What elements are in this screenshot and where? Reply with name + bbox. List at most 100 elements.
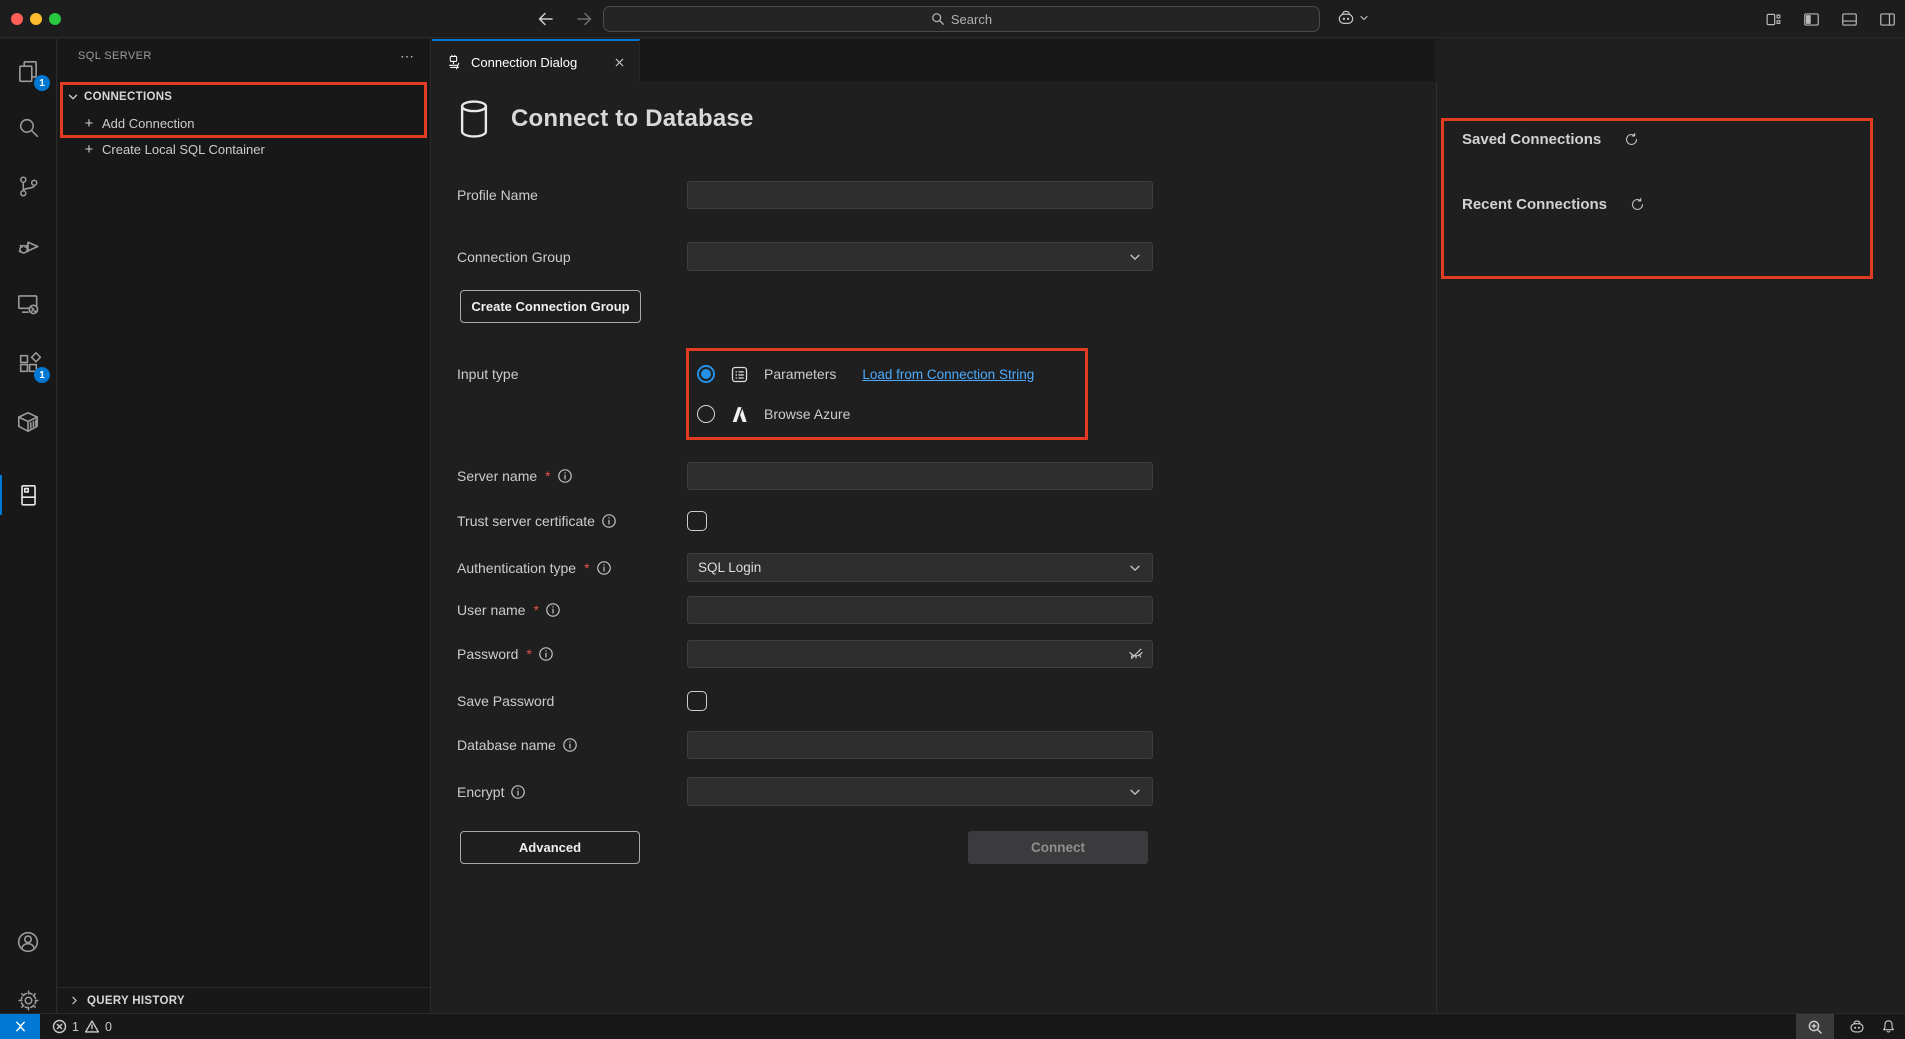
copilot-icon[interactable] [1336,8,1356,28]
connect-button[interactable]: Connect [968,831,1148,864]
info-icon[interactable] [538,646,554,662]
connection-group-select[interactable] [687,242,1153,271]
query-history-section-header[interactable]: QUERY HISTORY [58,987,430,1013]
sidebar-item-sql-server[interactable] [0,471,56,519]
user-name-input[interactable] [687,596,1153,624]
more-actions-icon[interactable]: ⋯ [400,48,416,65]
zoom-status-button[interactable] [1796,1014,1834,1039]
tab-label: Connection Dialog [471,55,577,70]
sidebar-item-remote-explorer[interactable] [0,280,56,328]
toggle-primary-sidebar-icon[interactable] [1802,10,1821,29]
connections-section-header[interactable]: CONNECTIONS [58,84,430,110]
info-icon[interactable] [601,513,617,529]
bell-icon[interactable] [1880,1018,1897,1035]
sql-server-icon [15,482,41,508]
save-password-label: Save Password [457,693,687,709]
account-button[interactable] [0,918,56,966]
info-icon[interactable] [545,602,561,618]
trust-server-certificate-checkbox[interactable] [687,511,707,531]
customize-layout-icon[interactable] [1764,10,1783,29]
zoom-in-icon [1807,1019,1823,1035]
tab-connection-dialog[interactable]: Connection Dialog [432,39,640,83]
create-local-sql-container-item[interactable]: + Create Local SQL Container [58,136,430,162]
info-icon[interactable] [557,468,573,484]
maximize-window-button[interactable] [49,13,61,25]
refresh-icon[interactable] [1623,131,1640,148]
database-name-label: Database name [457,737,687,753]
advanced-button[interactable]: Advanced [460,831,640,864]
input-type-label: Input type [457,366,687,382]
load-from-connection-string-link[interactable]: Load from Connection String [862,367,1034,382]
minimize-window-button[interactable] [30,13,42,25]
sidebar-item-extensions[interactable]: 1 [0,339,56,387]
close-window-button[interactable] [11,13,23,25]
chevron-down-icon [1128,561,1142,575]
search-placeholder: Search [951,12,992,27]
info-icon[interactable] [562,737,578,753]
sidebar-item-search[interactable] [0,103,56,151]
status-bar: 1 0 [0,1013,1905,1039]
connection-group-row: Connection Group [457,242,1153,271]
authentication-type-value: SQL Login [698,560,761,575]
toggle-panel-icon[interactable] [1840,10,1859,29]
required-marker: * [533,602,538,618]
copilot-icon[interactable] [1848,1018,1866,1036]
trust-server-certificate-label: Trust server certificate [457,513,687,529]
editor-tab-bar: Connection Dialog [432,39,1435,83]
sidebar-header: SQL SERVER ⋯ [58,39,430,73]
server-name-input[interactable] [687,462,1153,490]
source-control-icon [16,174,41,199]
authentication-type-select[interactable]: SQL Login [687,553,1153,582]
close-tab-button[interactable] [609,52,629,72]
connections-section-label: CONNECTIONS [84,91,172,103]
chevron-down-icon [1128,250,1142,264]
profile-name-input[interactable] [687,181,1153,209]
database-name-input[interactable] [687,731,1153,759]
authentication-type-label: Authentication type* [457,560,687,576]
password-input[interactable] [687,640,1153,668]
add-connection-item[interactable]: + Add Connection [58,110,430,136]
info-icon[interactable] [510,784,526,800]
password-label: Password* [457,646,687,662]
database-name-row: Database name [457,731,1153,759]
sidebar-item-run-debug[interactable] [0,222,56,270]
account-icon [15,929,41,955]
create-local-sql-container-label: Create Local SQL Container [102,142,265,157]
command-center-search[interactable]: Search [603,6,1320,32]
error-icon [52,1019,67,1034]
browse-azure-radio[interactable] [697,405,715,423]
recent-connections-header: Recent Connections [1462,196,1646,213]
authentication-type-row: Authentication type* SQL Login [457,553,1153,582]
remote-indicator[interactable] [0,1014,40,1039]
settings-gear-icon [16,988,41,1013]
search-icon [16,115,41,140]
remote-icon [13,1019,28,1034]
info-icon[interactable] [596,560,612,576]
server-name-row: Server name* [457,462,1153,490]
eye-off-icon [1127,645,1145,663]
save-password-checkbox[interactable] [687,691,707,711]
connections-side-panel: Saved Connections Recent Connections [1436,83,1905,1013]
encrypt-select[interactable] [687,777,1153,806]
sidebar-item-source-control[interactable] [0,162,56,210]
browse-azure-label: Browse Azure [764,406,850,422]
problems-status[interactable]: 1 0 [52,1019,112,1034]
activity-bar: 1 1 [0,39,57,1013]
forward-button[interactable] [572,7,596,31]
chevron-down-icon[interactable] [1358,12,1370,24]
container-box-icon [15,409,41,435]
parameters-label: Parameters [764,366,836,382]
toggle-password-visibility-button[interactable] [1127,645,1145,663]
refresh-icon[interactable] [1629,196,1646,213]
sidebar-item-containers[interactable] [0,398,56,446]
parameters-radio[interactable] [697,365,715,383]
database-icon [455,96,493,142]
plus-icon: + [80,115,98,132]
required-marker: * [584,560,589,576]
parameters-radio-row: Parameters Load from Connection String [697,361,1034,387]
toggle-secondary-sidebar-icon[interactable] [1878,10,1897,29]
back-button[interactable] [534,7,558,31]
create-connection-group-button[interactable]: Create Connection Group [460,290,641,323]
save-password-row: Save Password [457,691,707,711]
sidebar-item-explorer[interactable]: 1 [0,47,56,95]
